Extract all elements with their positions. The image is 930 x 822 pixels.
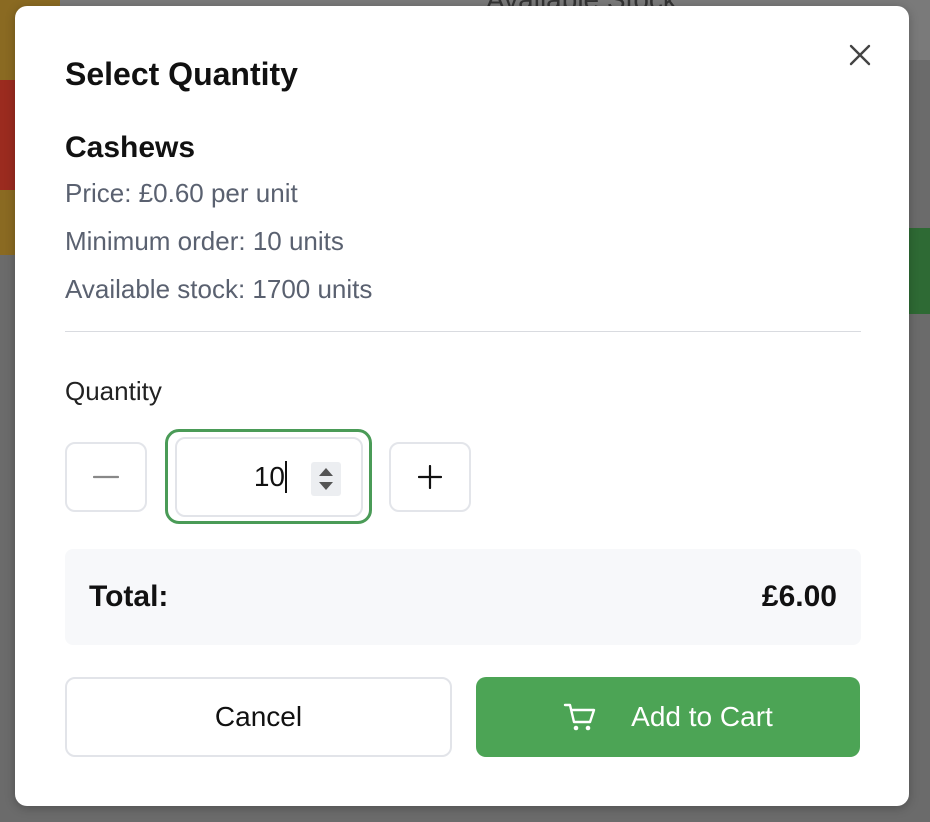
cancel-button[interactable]: Cancel (65, 677, 452, 757)
increment-button[interactable] (389, 442, 471, 512)
decrement-button[interactable] (65, 442, 147, 512)
total-summary: Total: £6.00 (65, 549, 861, 645)
quantity-value: 10 (253, 461, 285, 492)
total-label: Total: (89, 580, 169, 613)
product-price: Price: £0.60 per unit (65, 178, 298, 208)
spin-up-icon[interactable] (319, 468, 333, 476)
plus-icon (418, 465, 442, 489)
add-to-cart-button[interactable]: Add to Cart (476, 677, 860, 757)
product-name: Cashews (65, 131, 196, 164)
minimum-order: Minimum order: 10 units (65, 226, 344, 256)
close-icon (849, 44, 871, 66)
quantity-input[interactable]: 10 (175, 437, 363, 517)
cart-icon (563, 703, 596, 731)
spin-down-icon[interactable] (319, 482, 333, 490)
text-caret (285, 461, 287, 493)
add-to-cart-label: Add to Cart (631, 701, 773, 732)
available-stock: Available stock: 1700 units (65, 274, 373, 304)
quantity-spinner[interactable] (311, 462, 341, 496)
modal-title: Select Quantity (65, 56, 298, 92)
quantity-label: Quantity (65, 376, 162, 406)
total-value: £6.00 (761, 580, 837, 613)
background-action-button (906, 228, 930, 314)
divider (65, 331, 861, 332)
close-button[interactable] (845, 40, 875, 70)
quantity-modal: Select Quantity Cashews Price: £0.60 per… (15, 6, 909, 806)
minus-icon (93, 475, 119, 479)
